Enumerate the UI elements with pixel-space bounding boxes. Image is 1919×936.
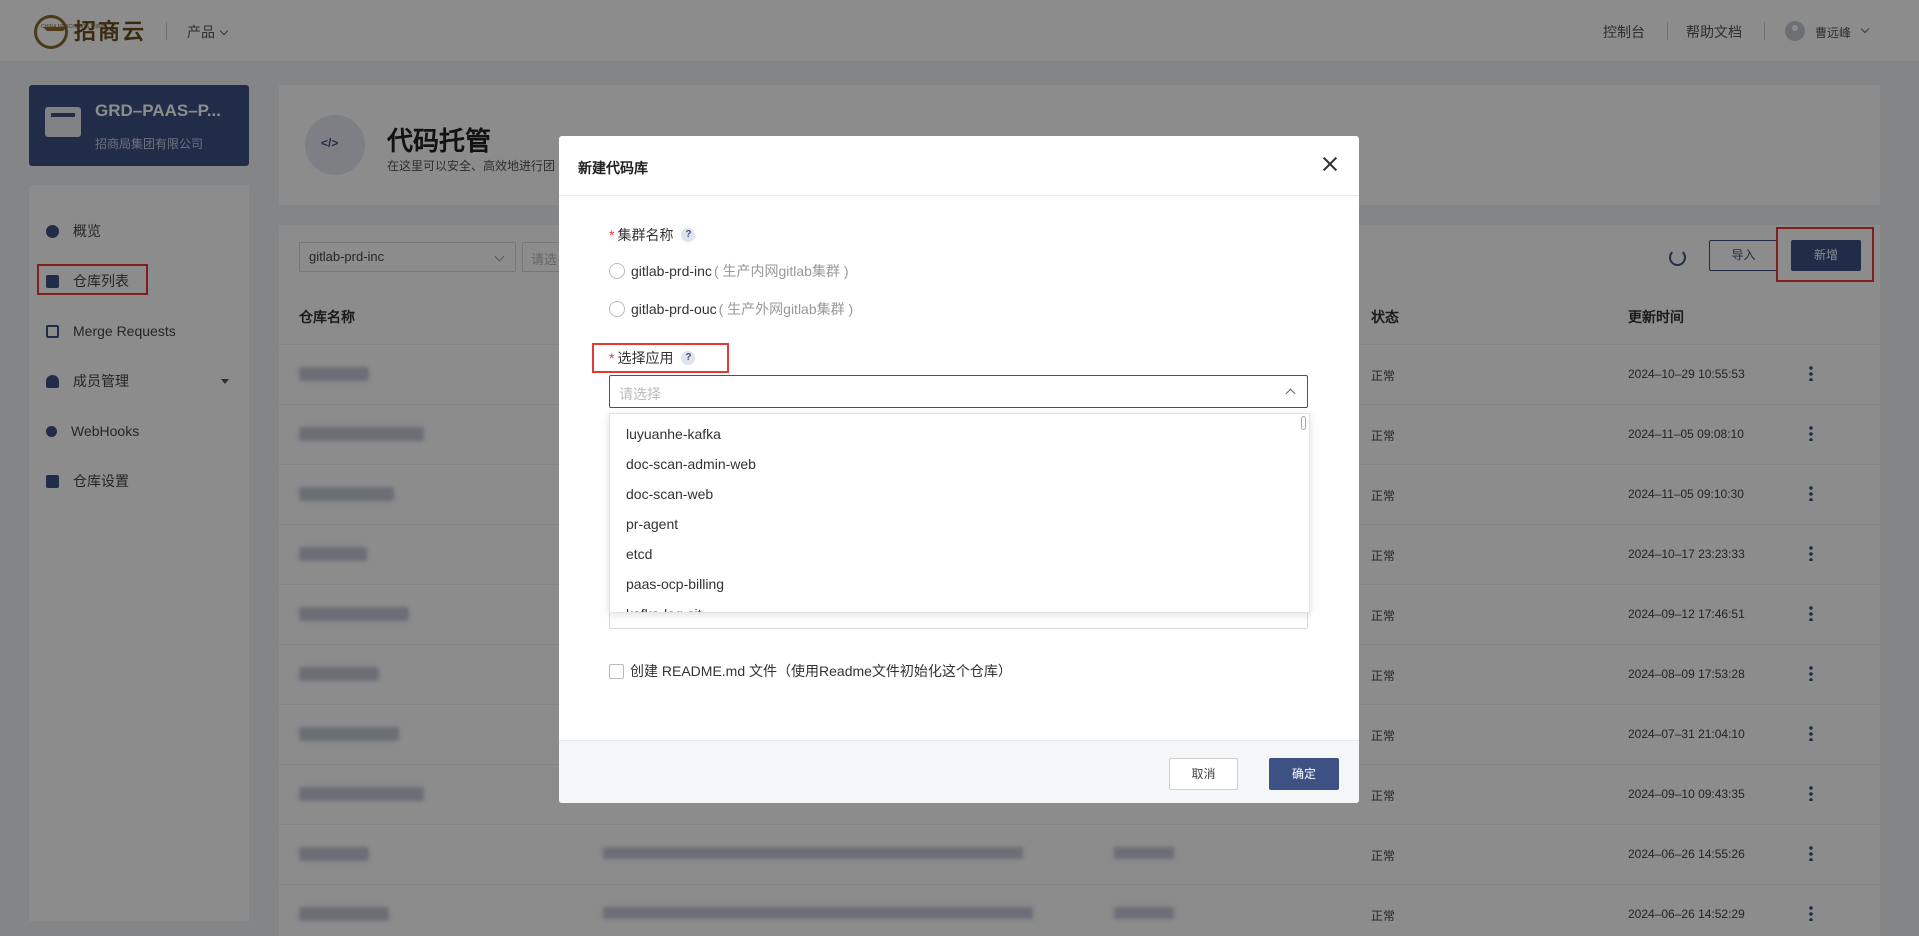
radio-circle[interactable] [609, 263, 625, 279]
required-mark: * [609, 227, 615, 243]
dropdown-option[interactable]: etcd [610, 539, 1300, 569]
close-icon[interactable] [1320, 154, 1340, 174]
app-field-label: * 选择应用 ? [609, 348, 696, 368]
confirm-button[interactable]: 确定 [1269, 758, 1339, 790]
readme-checkbox[interactable]: 创建 README.md 文件（使用Readme文件初始化这个仓库） [609, 661, 1012, 681]
required-mark: * [609, 350, 615, 366]
cancel-button[interactable]: 取消 [1169, 758, 1238, 790]
new-repo-dialog: 新建代码库 * 集群名称 ? gitlab-prd-inc ( 生产内网gitl… [559, 136, 1359, 803]
dialog-header: 新建代码库 [559, 136, 1359, 196]
cluster-label-text: 集群名称 [617, 227, 674, 243]
radio-cluster-inc[interactable]: gitlab-prd-inc ( 生产内网gitlab集群 ) [609, 261, 849, 281]
radio-hint: ( 生产外网gitlab集群 ) [718, 301, 854, 317]
radio-hint: ( 生产内网gitlab集群 ) [713, 263, 849, 279]
app-select[interactable]: 请选择 [609, 375, 1308, 408]
radio-circle[interactable] [609, 301, 625, 317]
help-icon[interactable]: ? [681, 228, 696, 242]
radio-cluster-ouc[interactable]: gitlab-prd-ouc ( 生产外网gitlab集群 ) [609, 299, 853, 319]
dropdown-option[interactable]: paas-ocp-billing [610, 569, 1300, 599]
help-icon[interactable]: ? [681, 351, 696, 365]
app-select-placeholder: 请选择 [619, 386, 661, 402]
app-dropdown-list: luyuanhe-kafka doc-scan-admin-web doc-scan… [609, 413, 1310, 613]
readme-label: 创建 README.md 文件（使用Readme文件初始化这个仓库） [630, 663, 1012, 679]
cluster-field-label: * 集群名称 ? [609, 225, 696, 245]
chevron-up-icon [1285, 388, 1296, 399]
dropdown-scrollbar[interactable] [1301, 416, 1306, 430]
dropdown-option[interactable]: luyuanhe-kafka [610, 419, 1300, 449]
dropdown-option[interactable]: doc-scan-web [610, 479, 1300, 509]
dropdown-option[interactable]: pr-agent [610, 509, 1300, 539]
dialog-title: 新建代码库 [578, 160, 648, 176]
app-label-text: 选择应用 [617, 350, 674, 366]
dialog-footer: 取消 确定 [559, 740, 1359, 803]
checkbox-box[interactable] [609, 663, 624, 679]
radio-label: gitlab-prd-ouc [631, 301, 717, 317]
dropdown-option[interactable]: kafka-log-sit [610, 599, 1300, 612]
radio-label: gitlab-prd-inc [631, 263, 712, 279]
dropdown-option[interactable]: doc-scan-admin-web [610, 449, 1300, 479]
